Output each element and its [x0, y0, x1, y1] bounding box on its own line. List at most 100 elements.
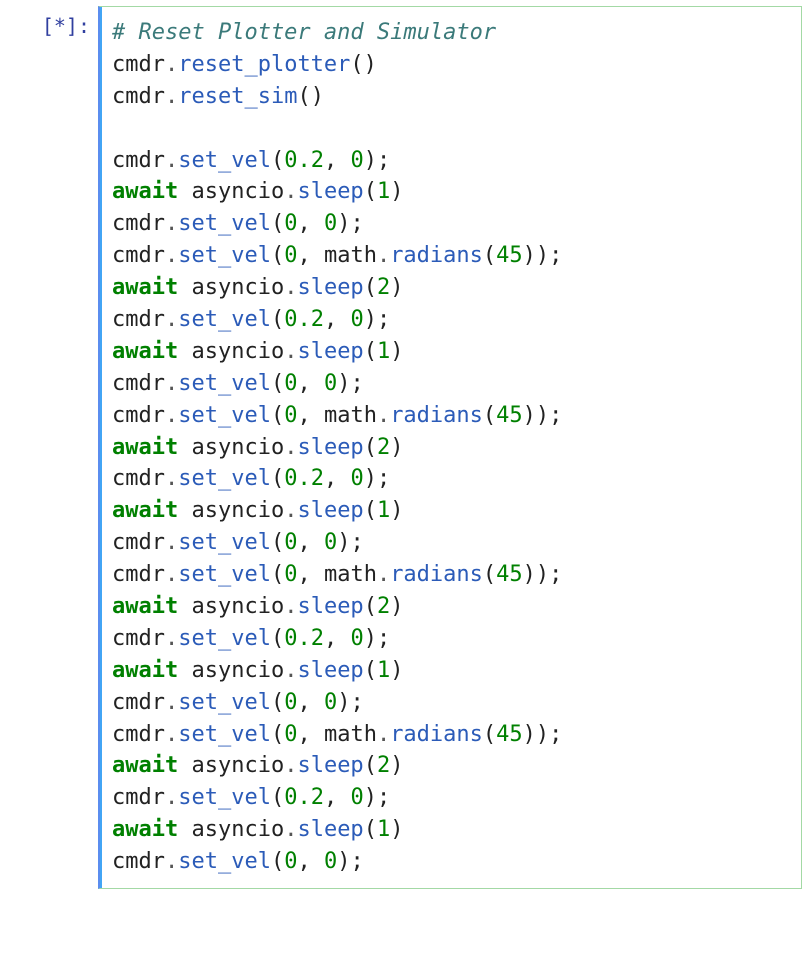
code-token: . [284, 594, 297, 619]
code-token: ( [483, 403, 496, 428]
code-token: . [284, 498, 297, 523]
code-token: . [165, 211, 178, 236]
code-token: . [165, 466, 178, 491]
code-token: 0 [324, 530, 337, 555]
code-token: sleep [297, 435, 363, 460]
code-token: set_vel [178, 307, 271, 332]
code-token: sleep [297, 498, 363, 523]
code-token: # Reset Plotter and Simulator [112, 20, 496, 45]
code-token: set_vel [178, 690, 271, 715]
code-token: 45 [496, 562, 523, 587]
code-token: ( [271, 626, 284, 651]
code-token: reset_sim [178, 84, 297, 109]
code-token: 1 [377, 658, 390, 683]
code-token: . [165, 562, 178, 587]
code-token: await [112, 753, 178, 778]
code-token: . [377, 243, 390, 268]
code-token: radians [390, 403, 483, 428]
code-token: )); [523, 243, 563, 268]
code-token: await [112, 658, 178, 683]
code-token: math [324, 562, 377, 587]
code-token: cmdr [112, 403, 165, 428]
code-token: . [165, 785, 178, 810]
code-token: 45 [496, 403, 523, 428]
code-token: ( [364, 753, 377, 778]
code-cell[interactable]: [*]: # Reset Plotter and Simulator cmdr.… [0, 0, 810, 895]
code-token: cmdr [112, 243, 165, 268]
code-token: set_vel [178, 403, 271, 428]
code-token: ( [271, 148, 284, 173]
code-token: sleep [297, 275, 363, 300]
code-input-area[interactable]: # Reset Plotter and Simulator cmdr. reset… [98, 6, 802, 889]
code-token: ); [364, 785, 391, 810]
code-token: ( [364, 658, 377, 683]
code-token: 2 [377, 753, 390, 778]
code-token: ( [364, 594, 377, 619]
code-token: asyncio [178, 339, 284, 364]
code-token: 0 [350, 466, 363, 491]
code-token: 0.2 [284, 785, 324, 810]
code-token: , [324, 148, 351, 173]
code-token: ); [337, 211, 364, 236]
code-token: await [112, 339, 178, 364]
code-token: 1 [377, 339, 390, 364]
code-token: await [112, 498, 178, 523]
code-content[interactable]: # Reset Plotter and Simulator cmdr. reset… [112, 17, 789, 878]
code-token: 0.2 [284, 466, 324, 491]
code-token: . [165, 371, 178, 396]
code-token: asyncio [178, 435, 284, 460]
code-token: cmdr [112, 52, 165, 77]
code-token: . [284, 179, 297, 204]
code-token: cmdr [112, 307, 165, 332]
code-token: ( [364, 498, 377, 523]
code-token: ( [364, 435, 377, 460]
code-token: ( [271, 562, 284, 587]
code-token: set_vel [178, 530, 271, 555]
code-token: 0 [324, 371, 337, 396]
code-token: 0 [284, 722, 297, 747]
code-token: , [297, 211, 324, 236]
code-token: . [165, 690, 178, 715]
code-token: asyncio [178, 594, 284, 619]
code-token: . [377, 722, 390, 747]
code-token: )); [523, 722, 563, 747]
code-token: cmdr [112, 148, 165, 173]
code-token: 0.2 [284, 626, 324, 651]
code-token: 0 [350, 307, 363, 332]
code-token: . [165, 722, 178, 747]
code-token: , [297, 530, 324, 555]
code-token: set_vel [178, 849, 271, 874]
code-token: cmdr [112, 84, 165, 109]
code-token: ( [364, 817, 377, 842]
code-token: cmdr [112, 211, 165, 236]
code-token: ); [337, 371, 364, 396]
code-token: 0 [284, 371, 297, 396]
code-token: radians [390, 722, 483, 747]
code-token: , [324, 785, 351, 810]
code-token: radians [390, 562, 483, 587]
code-token: ) [390, 498, 403, 523]
code-token: . [165, 849, 178, 874]
code-token: ( [271, 211, 284, 236]
code-token: math [324, 722, 377, 747]
code-token: cmdr [112, 849, 165, 874]
code-token: , [297, 562, 324, 587]
code-token: ( [483, 722, 496, 747]
code-token: 0 [324, 849, 337, 874]
code-token: sleep [297, 339, 363, 364]
code-token: , [324, 466, 351, 491]
code-token: set_vel [178, 626, 271, 651]
code-token: 0 [284, 243, 297, 268]
code-token: , [297, 690, 324, 715]
code-token: ) [390, 435, 403, 460]
code-token: 1 [377, 179, 390, 204]
code-token: 2 [377, 275, 390, 300]
code-token: cmdr [112, 785, 165, 810]
code-token: set_vel [178, 466, 271, 491]
code-token: radians [390, 243, 483, 268]
code-token: () [350, 52, 377, 77]
cell-prompt: [*]: [0, 6, 98, 889]
code-token: sleep [297, 658, 363, 683]
code-token: ( [483, 243, 496, 268]
code-token: ); [364, 307, 391, 332]
